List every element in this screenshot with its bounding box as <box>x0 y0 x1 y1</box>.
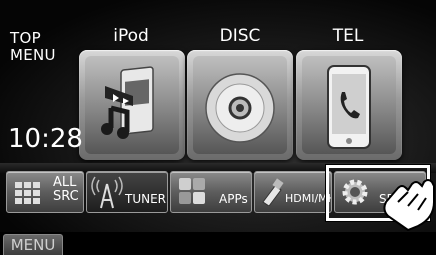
ipod-music-icon <box>101 66 154 139</box>
tuner-antenna-icon <box>91 176 123 209</box>
head-unit-screen: TOP MENU iPod DISC TEL 10:28 ALL SRC TUN… <box>0 0 436 255</box>
phone-icon <box>327 65 371 149</box>
tile-inner <box>302 56 396 154</box>
tuner-button[interactable]: TUNER <box>86 171 168 213</box>
hdmi-mhl-button[interactable]: HDMI/MH <box>254 171 332 213</box>
apps-icon <box>179 178 205 204</box>
right-margin <box>436 0 448 257</box>
tuner-label: TUNER <box>125 192 167 206</box>
ipod-source-tile[interactable] <box>79 50 185 160</box>
tile-inner <box>193 56 287 154</box>
hdmi-mhl-label: HDMI/MH <box>285 192 332 205</box>
top-menu-label[interactable]: TOP MENU <box>10 30 56 64</box>
source-label-tel: TEL <box>332 26 364 46</box>
top-menu-line2: MENU <box>10 46 56 64</box>
menu-tab[interactable]: MENU <box>3 234 63 255</box>
apps-label: APPs <box>219 192 248 206</box>
disc-icon <box>205 73 275 143</box>
source-label-disc: DISC <box>219 26 261 46</box>
menu-bar <box>0 232 436 255</box>
clock: 10:28 <box>8 124 83 154</box>
hdmi-cable-icon <box>262 178 284 206</box>
all-src-line1: ALL <box>53 175 77 190</box>
top-menu-line1: TOP <box>10 29 41 47</box>
all-src-button[interactable]: ALL SRC <box>6 171 84 213</box>
hand-pointer-icon <box>383 179 435 232</box>
source-label-ipod: iPod <box>113 26 149 46</box>
apps-button[interactable]: APPs <box>170 171 252 213</box>
disc-source-tile[interactable] <box>187 50 293 160</box>
all-src-line2: SRC <box>53 189 79 204</box>
tel-source-tile[interactable] <box>296 50 402 160</box>
all-sources-grid-icon <box>15 182 40 204</box>
tile-inner <box>85 56 179 154</box>
all-src-label: ALL SRC <box>53 176 79 204</box>
